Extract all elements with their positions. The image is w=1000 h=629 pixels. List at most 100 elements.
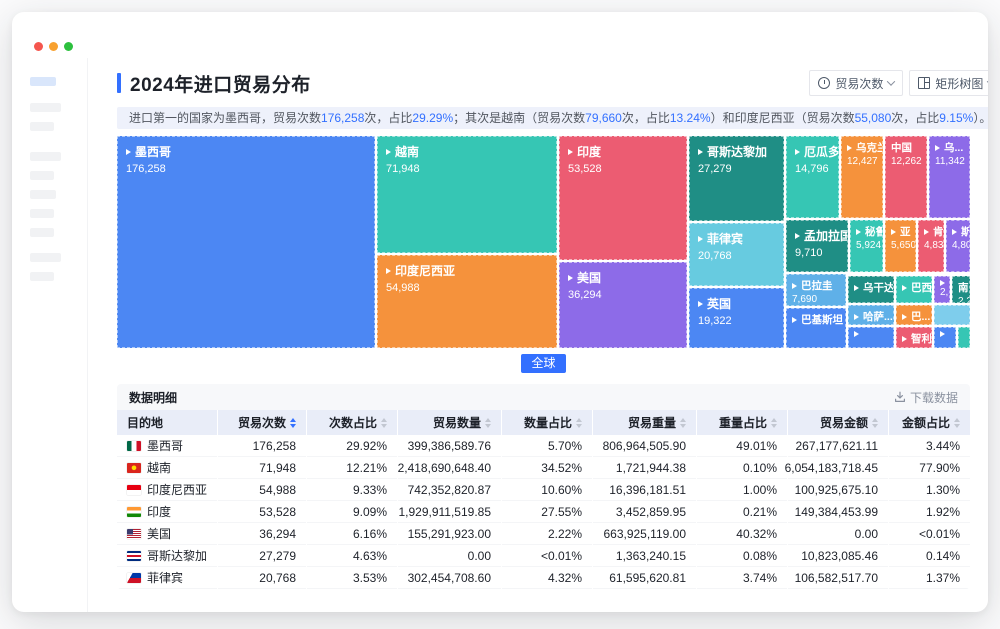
chart-type-select[interactable]: 矩形树图 — [909, 70, 988, 96]
treemap-cell-value: 12,427 — [847, 156, 878, 167]
treemap-cell[interactable]: 巴拉圭 7,690 — [786, 274, 846, 306]
expand-icon — [847, 144, 852, 151]
sort-icon — [771, 417, 777, 428]
treemap-cell[interactable]: 秘鲁5,924 — [850, 220, 883, 272]
column-header[interactable]: 金额占比 — [889, 410, 970, 435]
table-cell: 27.55% — [502, 501, 592, 523]
column-header[interactable]: 贸易数量 — [398, 410, 501, 435]
table-row[interactable]: 印度 53,528 9.09% 1,929,911,519.85 27.55% 3,452… — [117, 501, 970, 523]
treemap-cell-label: 哈萨... — [854, 309, 893, 324]
expand-icon — [940, 280, 945, 286]
metric-select[interactable]: 贸易次数 — [809, 70, 904, 96]
treemap-cell[interactable]: 亚 5,650 — [885, 220, 916, 272]
table-cell: 302,454,708.60 — [398, 567, 501, 589]
table-cell: 106,582,517.70 — [788, 567, 888, 589]
table-row[interactable]: 墨西哥 176,258 29.92% 399,386,589.76 5.70% 806,9… — [117, 435, 970, 457]
destination-cell: 越南 — [117, 457, 217, 479]
treemap-cell-label: 巴基斯坦 — [792, 312, 843, 327]
table-header-bar: 数据明细 下载数据 — [117, 384, 970, 410]
treemap-cell[interactable]: 墨西哥 176,258 — [117, 136, 375, 348]
treemap-cell-label — [854, 331, 888, 337]
table-row[interactable]: 菲律宾 20,768 3.53% 302,454,708.60 4.32% 61,595,… — [117, 567, 970, 589]
treemap-cell[interactable]: 印度 53,528 — [559, 136, 687, 260]
flag-icon — [127, 484, 141, 495]
table-cell: 1.00% — [697, 479, 787, 501]
treemap-cell[interactable]: 哥斯达黎加 27,279 — [689, 136, 784, 221]
expand-icon — [792, 282, 797, 289]
table-row[interactable]: 哥斯达黎加 27,279 4.63% 0.00 <0.01% 1,363,240.15 0.… — [117, 545, 970, 567]
treemap-cell-value: 27,279 — [698, 163, 732, 175]
treemap-icon — [918, 77, 931, 89]
page-header: 2024年进口贸易分布 贸易次数 矩形树图 — [117, 68, 988, 98]
treemap-cell[interactable]: 肯4,836 — [918, 220, 944, 272]
close-button[interactable] — [34, 42, 43, 51]
app-window: 2024年进口贸易分布 贸易次数 矩形树图 进口第一的国家为墨西哥，贸易次数17 — [12, 12, 988, 612]
treemap-cell[interactable] — [934, 305, 970, 325]
chevron-down-icon — [887, 77, 896, 86]
flag-icon — [127, 440, 141, 451]
maximize-button[interactable] — [64, 42, 73, 51]
column-header[interactable]: 贸易金额 — [788, 410, 888, 435]
column-header[interactable]: 数量占比 — [502, 410, 592, 435]
treemap-cell[interactable] — [848, 327, 894, 348]
treemap-cell[interactable]: 南 2,2 — [952, 276, 970, 303]
treemap-cell[interactable]: 智利 — [896, 327, 932, 348]
table-row[interactable]: 印度尼西亚 54,988 9.33% 742,352,820.87 10.60% 16,3… — [117, 479, 970, 501]
summary-bar: 进口第一的国家为墨西哥，贸易次数176,258次，占比29.29%；其次是越南（… — [117, 107, 988, 129]
treemap-cell[interactable] — [934, 327, 956, 348]
minimize-button[interactable] — [49, 42, 58, 51]
treemap-cell-value: 20,768 — [698, 250, 732, 262]
treemap-cell-label: 南 — [958, 282, 969, 294]
table-column-headers: 目的地 贸易次数 次数占比 贸易数量 数量占比 贸易重量 重量占比 贸易金额 金额占比 — [117, 410, 970, 435]
treemap-cell[interactable]: 斯4,804 — [946, 220, 970, 272]
summary-highlight-value: 29.29% — [412, 111, 454, 125]
expand-icon — [568, 274, 573, 281]
sidebar-skeleton-item — [30, 152, 61, 161]
column-header[interactable]: 次数占比 — [307, 410, 397, 435]
treemap-cell[interactable] — [958, 327, 970, 348]
table-cell: 77.90% — [889, 457, 970, 479]
column-header[interactable]: 贸易重量 — [593, 410, 696, 435]
treemap-cell-label: 墨西哥 — [126, 143, 366, 160]
treemap-cell-label — [940, 280, 945, 286]
column-header[interactable]: 重量占比 — [697, 410, 787, 435]
expand-icon — [698, 148, 703, 155]
sort-icon — [290, 417, 296, 428]
sort-icon — [872, 417, 878, 428]
treemap-cell[interactable]: 厄瓜多尔 14,796 — [786, 136, 839, 218]
destination-cell: 印度尼西亚 — [117, 479, 217, 501]
treemap-cell-label: 美国 — [568, 269, 678, 286]
treemap-cell[interactable]: 哈萨... — [848, 305, 894, 325]
treemap-chart: 墨西哥 176,258 越南 71,948 印度尼西亚 54,988 印度 53,528 美国 3… — [117, 136, 970, 348]
table-row[interactable]: 美国 36,294 6.16% 155,291,923.00 2.22% 663,925,… — [117, 523, 970, 545]
treemap-cell[interactable]: 巴西 — [896, 276, 932, 303]
treemap-cell-value: 36,294 — [568, 289, 602, 301]
treemap-cell[interactable]: 美国 36,294 — [559, 262, 687, 348]
table-cell: 40.32% — [697, 523, 787, 545]
expand-icon — [854, 313, 859, 320]
treemap-cell-label: 斯 — [952, 224, 969, 239]
treemap-cell[interactable]: 乌克兰12,427 — [841, 136, 883, 218]
expand-icon — [792, 316, 797, 323]
table-cell: 2.22% — [502, 523, 592, 545]
treemap-cell-value: 9,710 — [795, 247, 823, 259]
treemap-cell[interactable]: 菲律宾 20,768 — [689, 223, 784, 286]
treemap-root-button[interactable]: 全球 — [521, 354, 566, 373]
flag-icon — [127, 550, 141, 561]
column-header[interactable]: 贸易次数 — [218, 410, 306, 435]
treemap-cell[interactable]: 越南 71,948 — [377, 136, 557, 253]
treemap-cell[interactable]: 孟加拉国 9,710 — [786, 220, 848, 272]
table-row[interactable]: 越南 71,948 12.21% 2,418,690,648.40 34.52% 1,72… — [117, 457, 970, 479]
treemap-cell[interactable]: 印度尼西亚 54,988 — [377, 255, 557, 348]
download-data-button[interactable]: 下载数据 — [894, 389, 958, 406]
treemap-cell[interactable]: 乌干达 — [848, 276, 894, 303]
treemap-cell[interactable]: 巴... — [896, 305, 932, 325]
treemap-cell-label: 智利 — [902, 331, 931, 346]
flag-icon — [127, 572, 141, 583]
treemap-cell[interactable]: 2,5 — [934, 276, 950, 303]
treemap-cell[interactable]: 英国 19,322 — [689, 288, 784, 348]
treemap-cell[interactable]: 巴基斯坦 — [786, 308, 846, 348]
expand-icon — [795, 148, 800, 155]
treemap-cell[interactable]: 乌... 11,342 — [929, 136, 970, 218]
treemap-cell[interactable]: 中国 12,262 — [885, 136, 927, 218]
